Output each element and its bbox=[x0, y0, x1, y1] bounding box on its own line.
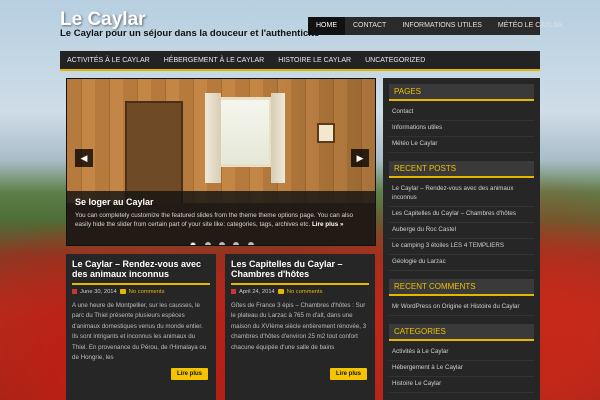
widget-categories: CATEGORIES Activités à Le Caylar Héberge… bbox=[389, 323, 534, 393]
recent-post-link[interactable]: Le Caylar – Rendez-vous avec des animaux… bbox=[389, 182, 534, 207]
recent-post-link[interactable]: Le camping 3 étoiles LES 4 TEMPLIERS bbox=[389, 239, 534, 255]
post-excerpt: Gîtes de France 3 épis – Chambres d'hôte… bbox=[231, 301, 367, 351]
main-nav-hebergement[interactable]: HÉBERGEMENT À LE CAYLAR bbox=[157, 51, 272, 69]
calendar-icon bbox=[231, 289, 236, 295]
top-nav-home[interactable]: HOME bbox=[308, 17, 345, 35]
category-link[interactable]: Activités à Le Caylar bbox=[389, 345, 534, 361]
widget-recent-posts: RECENT POSTS Le Caylar – Rendez-vous ave… bbox=[389, 160, 534, 271]
post-excerpt: A une heure de Montpellier, sur les caus… bbox=[72, 301, 207, 362]
post-title[interactable]: Les Capitelles du Caylar – Chambres d'hô… bbox=[231, 259, 369, 285]
post-comments-link[interactable]: No comments bbox=[129, 289, 165, 295]
main-nav-histoire[interactable]: HISTOIRE LE CAYLAR bbox=[271, 51, 358, 69]
slider-dot-4[interactable] bbox=[233, 242, 240, 245]
post-comments-link[interactable]: No comments bbox=[287, 289, 323, 295]
slider-dot-3[interactable] bbox=[219, 242, 225, 245]
slider-prev-button[interactable]: ◀ bbox=[75, 149, 93, 167]
sidebar-link-contact[interactable]: Contact bbox=[389, 105, 534, 121]
slide-image-curtain-left bbox=[205, 93, 221, 183]
slide-image-window bbox=[217, 97, 272, 167]
comment-on: on bbox=[433, 302, 441, 310]
post-date: April 24, 2014 bbox=[239, 288, 275, 295]
comment-icon bbox=[119, 289, 126, 295]
calendar-icon bbox=[72, 289, 77, 295]
top-nav: HOME CONTACT INFORMATIONS UTILES MÉTÉO L… bbox=[308, 17, 563, 35]
slide-title[interactable]: Se loger au Caylar bbox=[75, 197, 369, 207]
post-card: Les Capitelles du Caylar – Chambres d'hô… bbox=[225, 254, 375, 400]
slider-dot-5[interactable] bbox=[247, 242, 254, 245]
widget-heading: RECENT POSTS bbox=[389, 160, 534, 178]
slider-pagination bbox=[67, 235, 375, 245]
post-meta: April 24, 2014 No comments bbox=[231, 289, 369, 295]
sidebar: PAGES Contact Informations utiles Météo … bbox=[383, 78, 540, 400]
main-nav-uncategorized[interactable]: UNCATEGORIZED bbox=[358, 51, 432, 69]
main-nav-activites[interactable]: ACTIVITÉS À LE CAYLAR bbox=[60, 51, 157, 69]
widget-heading: RECENT COMMENTS bbox=[389, 278, 534, 296]
sidebar-link-informations-utiles[interactable]: Informations utiles bbox=[389, 121, 534, 137]
slide-image-picture-frame bbox=[317, 123, 335, 143]
read-more-button[interactable]: Lire plus bbox=[170, 368, 208, 380]
slider-dot-1[interactable] bbox=[190, 242, 197, 245]
post-title[interactable]: Le Caylar – Rendez-vous avec des animaux… bbox=[72, 259, 210, 285]
recent-comment: Mr WordPress on Origine et Histoire du C… bbox=[389, 300, 534, 316]
widget-recent-comments: RECENT COMMENTS Mr WordPress on Origine … bbox=[389, 278, 534, 316]
main-nav: ACTIVITÉS À LE CAYLAR HÉBERGEMENT À LE C… bbox=[60, 51, 540, 71]
post-date: June 30, 2014 bbox=[80, 288, 117, 295]
category-link[interactable]: Hébergement à Le Caylar bbox=[389, 361, 534, 377]
category-link[interactable]: Histoire Le Caylar bbox=[389, 377, 534, 393]
comment-post-link[interactable]: Origine et Histoire du Caylar bbox=[442, 303, 520, 310]
site-tagline: Le Caylar pour un séjour dans la douceur… bbox=[60, 28, 320, 39]
slide-text: You can completely customize the feature… bbox=[75, 211, 369, 229]
comment-author[interactable]: Mr WordPress bbox=[392, 303, 431, 310]
recent-post-link[interactable]: Les Capitelles du Caylar – Chambres d'hô… bbox=[389, 207, 534, 223]
site-header: Le Caylar Le Caylar pour un séjour dans … bbox=[0, 0, 600, 46]
read-more-button[interactable]: Lire plus bbox=[329, 368, 367, 380]
widget-heading: CATEGORIES bbox=[389, 323, 534, 341]
sidebar-link-meteo[interactable]: Météo Le Caylar bbox=[389, 137, 534, 153]
comment-icon bbox=[277, 289, 284, 295]
slider-dot-2[interactable] bbox=[204, 242, 211, 245]
slide-image-curtain-right bbox=[271, 93, 285, 183]
slide-readmore-link[interactable]: Lire plus » bbox=[312, 221, 344, 228]
widget-pages: PAGES Contact Informations utiles Météo … bbox=[389, 84, 534, 153]
slider-next-button[interactable]: ▶ bbox=[351, 149, 369, 167]
widget-heading: PAGES bbox=[389, 84, 534, 101]
top-nav-informations-utiles[interactable]: INFORMATIONS UTILES bbox=[394, 17, 490, 35]
post-card: Le Caylar – Rendez-vous avec des animaux… bbox=[66, 254, 216, 400]
top-nav-meteo[interactable]: MÉTÉO LE CAYLAR bbox=[490, 17, 571, 35]
featured-slider: ◀ ▶ Se loger au Caylar You can completel… bbox=[66, 78, 376, 246]
post-meta: June 30, 2014 No comments bbox=[72, 289, 210, 295]
recent-post-link[interactable]: Géologie du Larzac bbox=[389, 255, 534, 271]
recent-post-link[interactable]: Auberge du Roc Castel bbox=[389, 223, 534, 239]
top-nav-contact[interactable]: CONTACT bbox=[345, 17, 394, 35]
